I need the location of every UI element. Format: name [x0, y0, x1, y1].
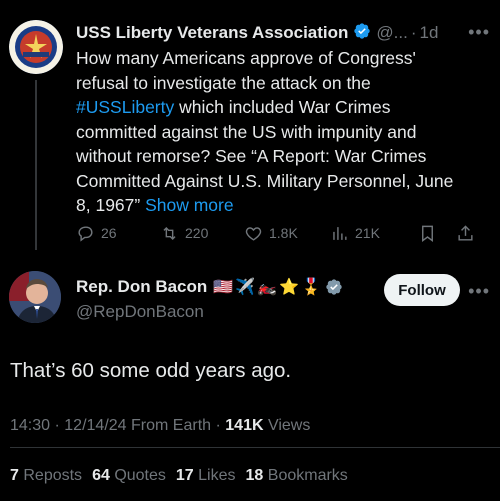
reply-icon — [78, 225, 93, 242]
quotes-count: 64 — [92, 467, 110, 484]
separator-dot: · — [215, 417, 221, 434]
bookmarks-count: 18 — [245, 467, 264, 484]
tweet-source: From Earth — [131, 417, 212, 434]
tweet-text-segment: 8, 1967” — [76, 195, 141, 215]
tweet-text-line: #USSLiberty which included War Crimes — [76, 95, 476, 120]
author-name[interactable]: Rep. Don Bacon — [76, 277, 207, 297]
bookmarks-stat-link[interactable]: 18 Bookmarks — [246, 467, 348, 485]
motorcycle-icon: 🏍️ — [257, 279, 278, 296]
views-bar-chart-icon — [333, 226, 347, 240]
name-emojis: 🇺🇸 ✈️ 🏍️ ⭐ 🎖️ — [213, 277, 321, 297]
share-icon — [458, 224, 473, 241]
share-button[interactable] — [456, 224, 476, 243]
separator-dot: · — [54, 417, 60, 434]
airplane-icon: ✈️ — [235, 279, 256, 296]
verified-badge-icon — [353, 22, 371, 45]
thread-connector-line — [35, 80, 37, 250]
show-more-link[interactable]: Show more — [145, 195, 234, 215]
tweet-text-line: 8, 1967” Show more — [76, 193, 476, 218]
tweet-text-line: committed against the US with impunity a… — [76, 121, 417, 142]
views-count: 21K — [355, 225, 380, 241]
separator-dot: · — [410, 23, 417, 42]
tweet-text: How many Americans approve of Congress' … — [76, 46, 476, 218]
views-count: 141K — [225, 417, 264, 434]
reply-count: 26 — [101, 225, 117, 241]
bookmark-button[interactable] — [418, 224, 456, 243]
author-handle[interactable]: @... — [376, 23, 407, 43]
views-button[interactable]: 21K — [330, 224, 418, 243]
uss-liberty-logo-icon — [9, 20, 63, 74]
profile-photo-icon — [9, 271, 61, 323]
reposts-count: 7 — [10, 467, 19, 484]
likes-label: Likes — [198, 467, 236, 484]
hashtag-link[interactable]: #USSLiberty — [76, 97, 174, 117]
us-flag-icon: 🇺🇸 — [213, 279, 234, 296]
tweet-text-line: Committed Against U.S. Military Personne… — [76, 170, 454, 191]
tweet-meta: 14:30 · 12/14/24 From Earth · 141K Views — [10, 417, 310, 435]
tweet-text-line: How many Americans approve of Congress' — [76, 48, 416, 68]
tweet-text: That’s 60 some odd years ago. — [10, 359, 292, 382]
tweet-actions: 26 220 1.8K 21K — [76, 222, 488, 244]
author-handle[interactable]: @RepDonBacon — [76, 302, 204, 322]
like-button[interactable]: 1.8K — [244, 224, 330, 243]
likes-count: 17 — [175, 467, 194, 484]
reply-header: USS Liberty Veterans Association @... · … — [76, 22, 491, 44]
star-icon: ⭐ — [279, 279, 299, 296]
military-medal-icon: 🎖️ — [300, 279, 321, 296]
tweet-text-segment: which included War Crimes — [174, 97, 391, 117]
like-count: 1.8K — [269, 225, 298, 241]
more-options-icon[interactable]: ••• — [468, 281, 490, 302]
bookmarks-label: Bookmarks — [267, 467, 348, 484]
reposts-stat-link[interactable]: 7 Reposts — [10, 467, 82, 485]
tweet-time[interactable]: 14:30 — [10, 417, 50, 434]
avatar[interactable] — [9, 20, 63, 74]
verified-gray-badge-icon — [325, 278, 343, 296]
follow-button[interactable]: Follow — [384, 274, 460, 306]
engagement-stats: 7 Reposts 64 Quotes 17 Likes 18 Bookmark… — [10, 467, 348, 485]
more-options-icon[interactable]: ••• — [468, 22, 490, 43]
timestamp[interactable]: 1d — [420, 23, 439, 43]
bookmark-icon — [422, 225, 433, 242]
divider — [10, 447, 500, 448]
quotes-label: Quotes — [114, 467, 166, 484]
tweet-date[interactable]: 12/14/24 — [64, 417, 126, 434]
tweet-text-line: refusal to investigate the attack on the — [76, 72, 371, 93]
author-name[interactable]: USS Liberty Veterans Association — [76, 23, 348, 43]
reply-tweet[interactable]: USS Liberty Veterans Association @... · … — [0, 0, 500, 250]
repost-icon — [163, 226, 176, 240]
author-name-row: Rep. Don Bacon 🇺🇸 ✈️ 🏍️ ⭐ 🎖️ — [76, 277, 343, 297]
main-tweet: Rep. Don Bacon 🇺🇸 ✈️ 🏍️ ⭐ 🎖️ @RepDonBaco… — [0, 255, 500, 501]
repost-count: 220 — [185, 225, 209, 241]
repost-button[interactable]: 220 — [160, 224, 244, 243]
tweet-text-line: without remorse? See “A Report: War Crim… — [76, 146, 427, 166]
reply-button[interactable]: 26 — [76, 224, 160, 243]
reposts-label: Reposts — [23, 467, 83, 484]
heart-icon — [245, 226, 262, 241]
avatar[interactable] — [9, 271, 61, 323]
views-label: Views — [267, 417, 311, 434]
likes-stat-link[interactable]: 17 Likes — [176, 467, 236, 485]
quotes-stat-link[interactable]: 64 Quotes — [92, 467, 166, 485]
